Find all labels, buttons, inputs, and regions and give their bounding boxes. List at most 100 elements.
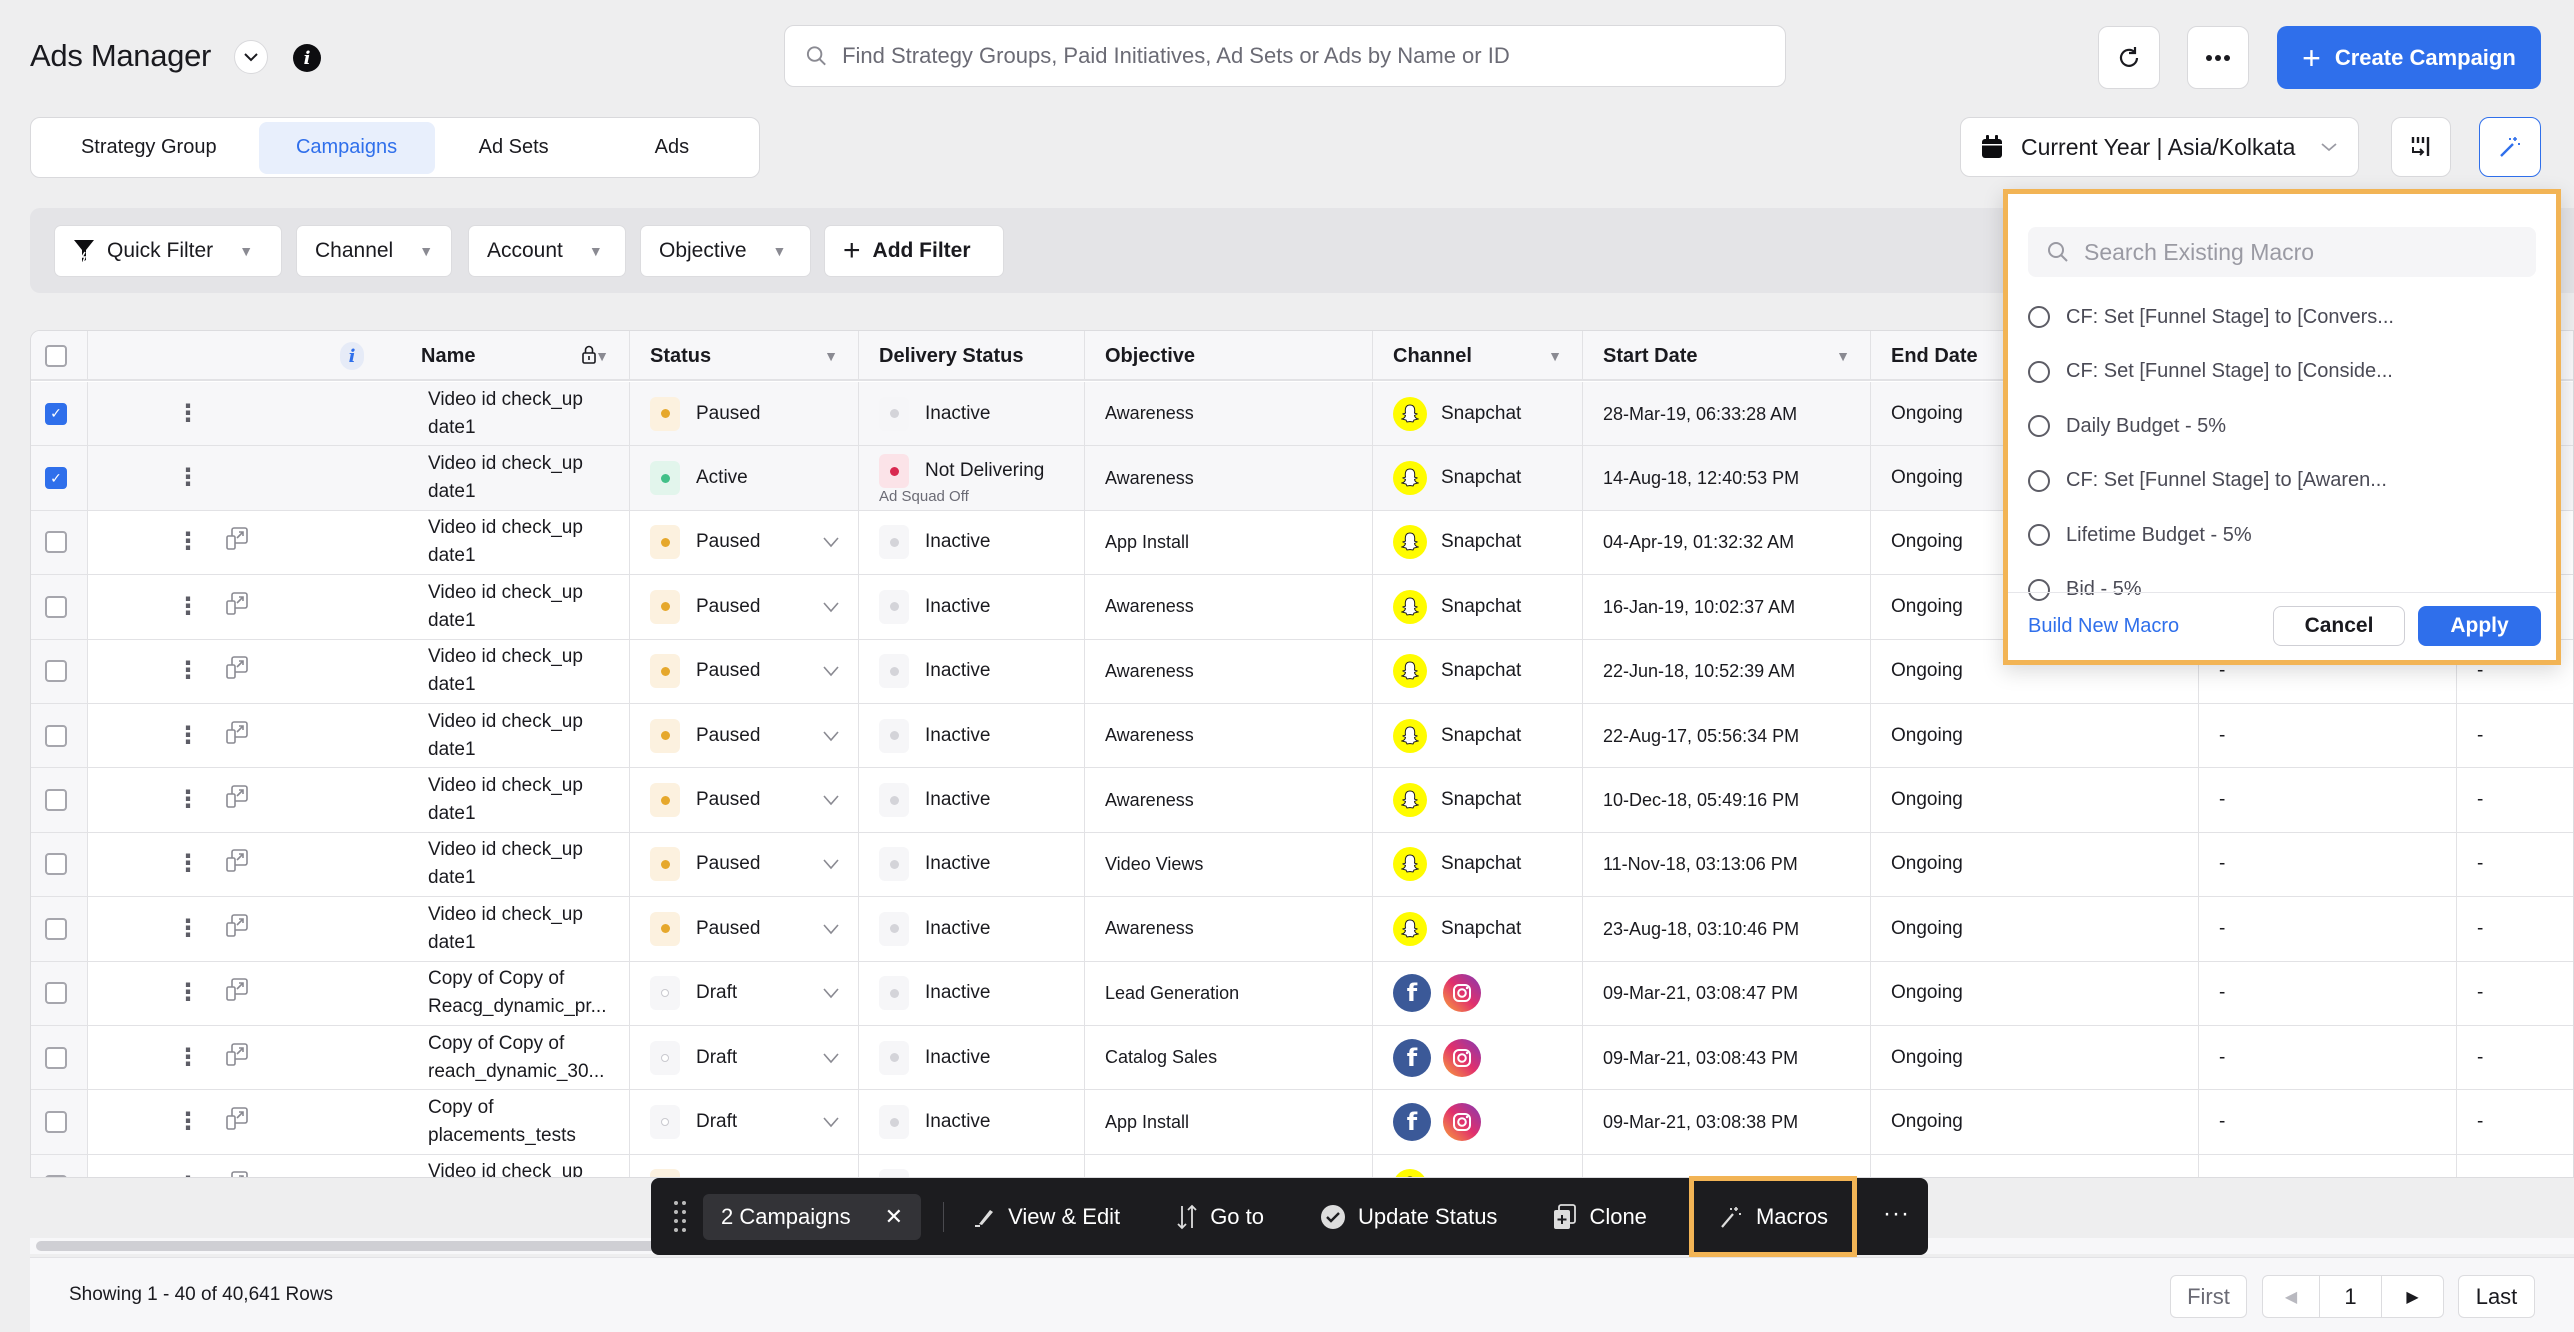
row-menu-icon[interactable]: ⋮ xyxy=(176,723,200,748)
current-page[interactable]: 1 xyxy=(2320,1276,2382,1317)
clone-button[interactable]: Clone xyxy=(1553,1204,1647,1230)
quick-filter-dropdown[interactable]: Quick Filter ▼ xyxy=(54,225,282,277)
prev-page-button[interactable]: ◀ xyxy=(2263,1276,2320,1317)
campaign-name-link[interactable]: Video id check_up date1 xyxy=(428,386,628,442)
status-cell[interactable]: Paused xyxy=(630,768,859,832)
macro-search[interactable] xyxy=(2028,227,2536,277)
row-checkbox[interactable] xyxy=(45,917,67,940)
status-cell[interactable]: Draft xyxy=(630,1090,859,1154)
open-in-new-icon[interactable] xyxy=(226,656,248,686)
radio-button[interactable] xyxy=(2028,306,2050,328)
open-in-new-icon[interactable] xyxy=(226,720,248,751)
status-cell[interactable]: Paused xyxy=(630,639,859,703)
select-all-checkbox[interactable] xyxy=(45,345,67,367)
tab-campaigns[interactable]: Campaigns xyxy=(258,121,435,174)
tab-ads[interactable]: Ads xyxy=(593,122,751,174)
next-page-button[interactable]: ▶ xyxy=(2382,1276,2443,1317)
row-checkbox[interactable] xyxy=(45,660,67,683)
campaign-name-link[interactable]: Copy of placements_tests xyxy=(428,1094,628,1150)
chevron-down-icon[interactable] xyxy=(822,858,840,870)
column-header-status[interactable]: Status ▼ xyxy=(630,331,859,381)
column-header-name[interactable]: i Name ▼ xyxy=(88,331,630,381)
macro-option[interactable]: Daily Budget - 5% xyxy=(2028,406,2226,446)
status-cell[interactable]: Paused xyxy=(630,704,859,768)
build-new-macro-link[interactable]: Build New Macro xyxy=(2028,615,2179,638)
open-in-new-icon[interactable] xyxy=(226,527,248,557)
add-filter-button[interactable]: + Add Filter xyxy=(824,225,1004,277)
campaign-name-link[interactable]: Copy of Copy of reach_dynamic_30... xyxy=(428,1030,628,1086)
table-row[interactable]: ⋮ Copy of Copy of reach_dynamic_30... Dr… xyxy=(31,1026,2573,1091)
campaign-name-link[interactable]: Video id check_up date1 xyxy=(428,643,628,699)
chevron-down-icon[interactable] xyxy=(822,923,840,935)
macros-toggle-button[interactable] xyxy=(2479,117,2541,177)
row-checkbox[interactable] xyxy=(45,724,67,747)
search-input[interactable] xyxy=(842,43,1785,69)
campaign-name-link[interactable]: Video id check_up date1 xyxy=(428,579,628,635)
table-row[interactable]: ⋮ Video id check_up date1 Paused Inactiv… xyxy=(31,1154,2573,1177)
table-row[interactable]: ⋮ Video id check_up date1 Paused Inactiv… xyxy=(31,897,2573,962)
row-checkbox[interactable] xyxy=(45,982,67,1005)
status-cell[interactable]: Draft xyxy=(630,1026,859,1090)
column-header-objective[interactable]: Objective xyxy=(1085,331,1373,381)
column-header-channel[interactable]: Channel ▼ xyxy=(1373,331,1583,381)
more-options-button[interactable] xyxy=(2187,26,2249,89)
table-row[interactable]: ⋮ Copy of placements_tests Draft Inactiv… xyxy=(31,1090,2573,1155)
row-checkbox[interactable] xyxy=(45,853,67,876)
view-edit-button[interactable]: View & Edit xyxy=(974,1204,1120,1230)
column-header-delivery-status[interactable]: Delivery Status xyxy=(859,331,1085,381)
more-actions-button[interactable]: ··· xyxy=(1883,1200,1910,1228)
row-checkbox[interactable]: ✓ xyxy=(45,467,67,490)
horizontal-scrollbar-thumb[interactable] xyxy=(36,1241,656,1251)
row-checkbox[interactable] xyxy=(45,789,67,812)
row-menu-icon[interactable]: ⋮ xyxy=(176,594,200,619)
open-in-new-icon[interactable] xyxy=(226,849,248,879)
campaign-name-link[interactable]: Video id check_up date1 xyxy=(428,901,628,957)
row-menu-icon[interactable]: ⋮ xyxy=(176,1174,200,1177)
macro-option[interactable]: CF: Set [Funnel Stage] to [Conside... xyxy=(2028,352,2393,392)
sort-caret-icon[interactable]: ▼ xyxy=(1548,348,1562,364)
chevron-down-icon[interactable] xyxy=(822,1116,840,1128)
campaign-name-link[interactable]: Video id check_up date1 xyxy=(428,514,628,570)
chevron-down-icon[interactable] xyxy=(822,536,840,548)
title-dropdown-button[interactable] xyxy=(234,40,268,74)
open-in-new-icon[interactable] xyxy=(226,1171,248,1177)
apply-button[interactable]: Apply xyxy=(2418,606,2541,646)
table-row[interactable]: ⋮ Video id check_up date1 Paused Inactiv… xyxy=(31,832,2573,898)
global-search[interactable] xyxy=(784,25,1786,87)
sort-caret-icon[interactable]: ▼ xyxy=(824,348,838,364)
campaign-name-link[interactable]: Video id check_up date1 xyxy=(428,772,628,828)
row-menu-icon[interactable]: ⋮ xyxy=(176,1045,200,1070)
update-status-button[interactable]: Update Status xyxy=(1320,1204,1497,1230)
row-menu-icon[interactable]: ⋮ xyxy=(176,401,200,426)
open-in-new-icon[interactable] xyxy=(226,1042,248,1073)
status-cell[interactable]: Paused xyxy=(630,510,859,575)
row-menu-icon[interactable]: ⋮ xyxy=(176,916,200,941)
cancel-button[interactable]: Cancel xyxy=(2273,606,2405,646)
info-icon[interactable]: i xyxy=(340,342,364,370)
campaign-name-link[interactable]: Video id check_up date1 xyxy=(428,450,628,506)
column-header-start-date[interactable]: Start Date ▼ xyxy=(1583,331,1871,381)
campaign-name-link[interactable]: Video id check_up date1 xyxy=(428,836,628,892)
channel-filter-dropdown[interactable]: Channel ▼ xyxy=(296,225,452,277)
row-menu-icon[interactable]: ⋮ xyxy=(176,466,200,490)
status-cell[interactable]: Draft xyxy=(630,961,859,1025)
drag-handle-icon[interactable] xyxy=(673,1199,687,1235)
chevron-down-icon[interactable] xyxy=(822,665,840,677)
macro-option[interactable]: CF: Set [Funnel Stage] to [Awaren... xyxy=(2028,461,2387,501)
go-to-button[interactable]: Go to xyxy=(1176,1204,1264,1230)
status-cell[interactable]: Paused xyxy=(630,1154,859,1177)
open-in-new-icon[interactable] xyxy=(226,978,248,1008)
table-row[interactable]: ⋮ Video id check_up date1 Paused Inactiv… xyxy=(31,704,2573,769)
row-menu-icon[interactable]: ⋮ xyxy=(176,981,200,1005)
radio-button[interactable] xyxy=(2028,469,2050,492)
row-menu-icon[interactable]: ⋮ xyxy=(176,852,200,876)
campaign-name-link[interactable]: Video id check_up date1 xyxy=(428,708,628,764)
campaign-name-link[interactable]: Copy of Copy of Reacg_dynamic_pr... xyxy=(428,965,628,1021)
row-checkbox[interactable] xyxy=(45,1046,67,1069)
row-menu-icon[interactable]: ⋮ xyxy=(176,1110,200,1134)
objective-filter-dropdown[interactable]: Objective ▼ xyxy=(640,225,811,277)
macro-search-input[interactable] xyxy=(2084,238,2504,266)
row-checkbox[interactable] xyxy=(45,1175,67,1177)
chevron-down-icon[interactable] xyxy=(822,730,840,742)
info-icon[interactable]: i xyxy=(293,44,321,72)
